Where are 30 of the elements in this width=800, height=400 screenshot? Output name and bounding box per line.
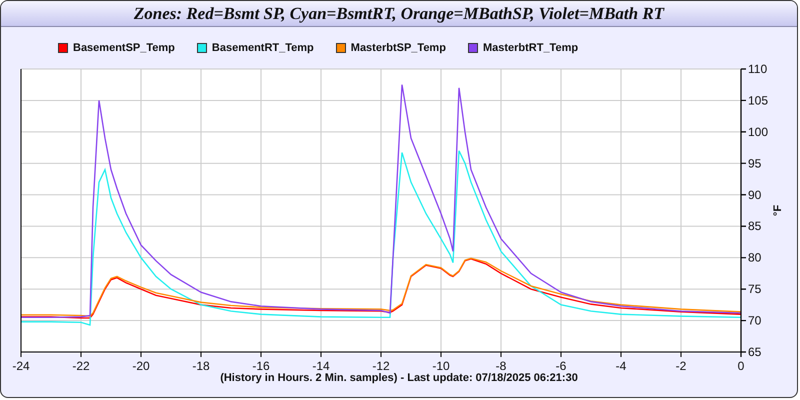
y-tick-label: 85 bbox=[748, 219, 762, 234]
x-tick-label: -24 bbox=[12, 359, 30, 370]
chart-title: Zones: Red=Bsmt SP, Cyan=BsmtRT, Orange=MBathSP, Violet=MBath RT bbox=[134, 4, 664, 24]
y-tick-label: 70 bbox=[748, 314, 762, 328]
legend-label: BasementSP_Temp bbox=[73, 42, 175, 54]
x-tick-label: -4 bbox=[616, 359, 626, 370]
x-tick-label: -2 bbox=[676, 359, 686, 370]
x-tick-label: 0 bbox=[738, 359, 744, 370]
x-tick-label: -18 bbox=[192, 359, 210, 370]
y-tick-label: 105 bbox=[748, 93, 768, 108]
y-axis-title: °F bbox=[772, 204, 784, 216]
y-tick-label: 75 bbox=[748, 282, 762, 296]
y-tick-label: 95 bbox=[748, 156, 762, 170]
x-tick-label: -12 bbox=[372, 359, 390, 370]
x-tick-label: -10 bbox=[432, 359, 450, 370]
y-tick-label: 100 bbox=[748, 124, 768, 139]
x-axis-title: (History in Hours. 2 Min. samples) - Last update: 07/18/2025 06:21:30 bbox=[219, 372, 579, 384]
y-tick-label: 90 bbox=[748, 188, 762, 202]
y-tick-label: 65 bbox=[748, 345, 762, 359]
x-tick-label: -6 bbox=[556, 359, 566, 370]
x-tick-label: -20 bbox=[132, 359, 150, 370]
x-tick-label: -22 bbox=[72, 359, 90, 370]
x-tick-label: -14 bbox=[312, 359, 330, 370]
legend-label: MasterbtRT_Temp bbox=[482, 42, 578, 54]
y-tick-label: 80 bbox=[748, 250, 762, 265]
x-tick-label: -8 bbox=[496, 359, 506, 370]
x-tick-label: -16 bbox=[252, 359, 270, 370]
y-tick-label: 110 bbox=[748, 62, 768, 76]
legend-label: MasterbtSP_Temp bbox=[350, 42, 446, 54]
legend-label: BasementRT_Temp bbox=[212, 42, 314, 54]
